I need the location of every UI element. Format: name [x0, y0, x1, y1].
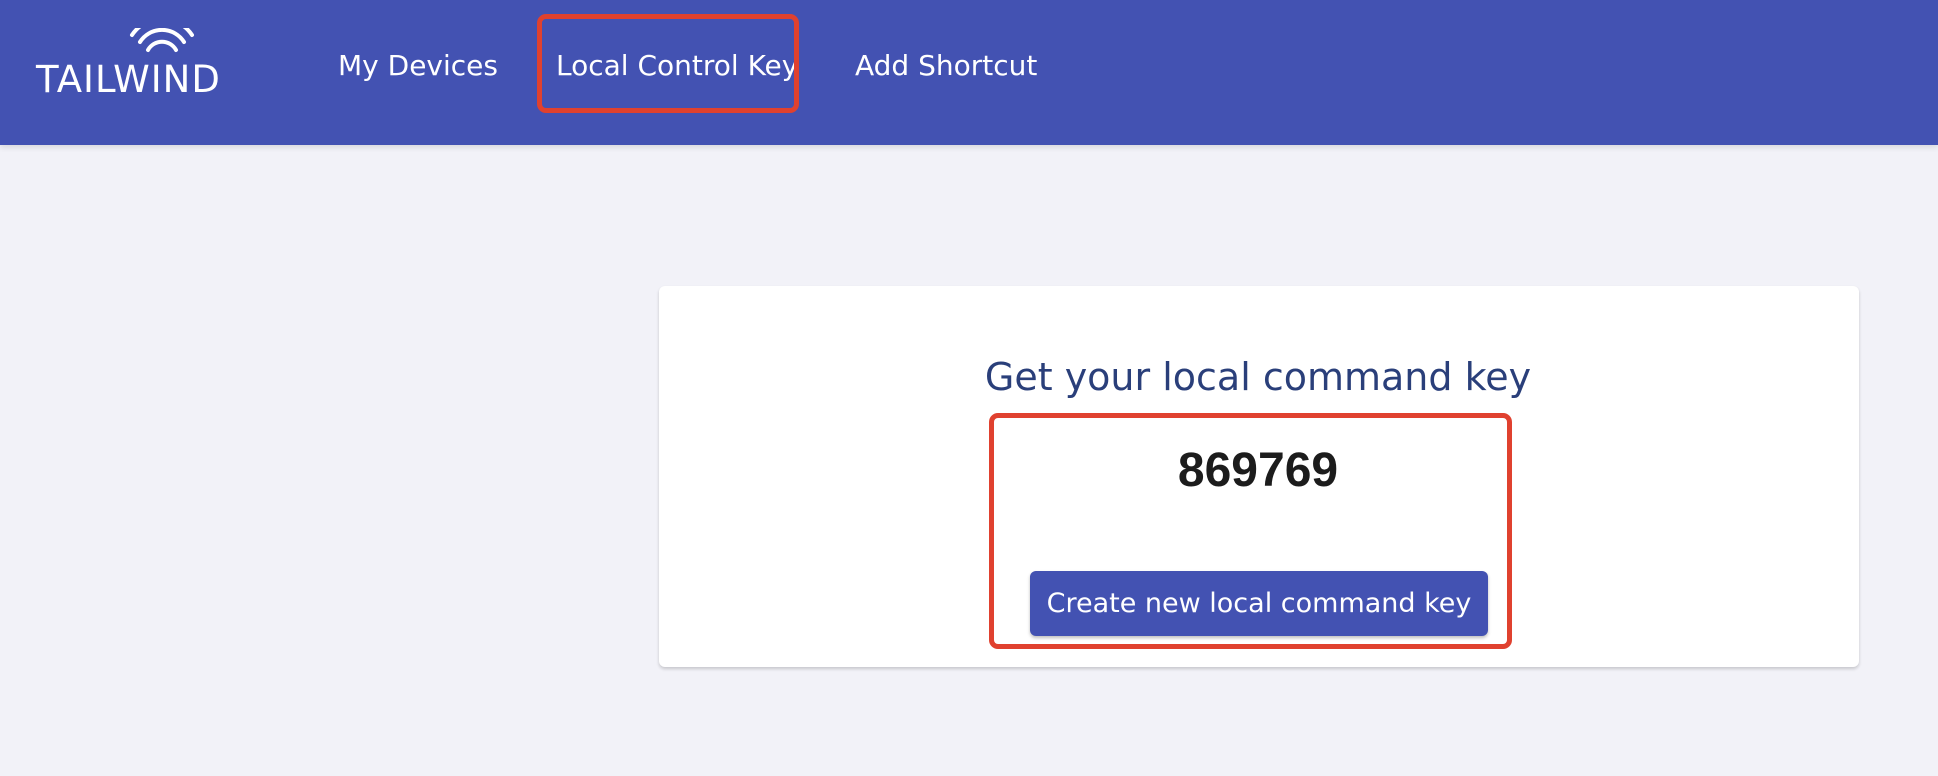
nav-add-shortcut[interactable]: Add Shortcut: [855, 44, 1037, 88]
nav-my-devices[interactable]: My Devices: [338, 44, 498, 88]
create-new-key-button[interactable]: Create new local command key: [1030, 571, 1488, 636]
local-command-key-value: 869769: [1177, 444, 1339, 497]
logo-wordmark: TAILWIND: [36, 58, 221, 101]
nav-local-control-key[interactable]: Local Control Key: [556, 44, 798, 88]
card-title: Get your local command key: [984, 355, 1532, 399]
top-navbar: TAILWIND My Devices Local Control Key Ad…: [0, 0, 1938, 145]
tailwind-logo[interactable]: TAILWIND: [36, 28, 236, 104]
